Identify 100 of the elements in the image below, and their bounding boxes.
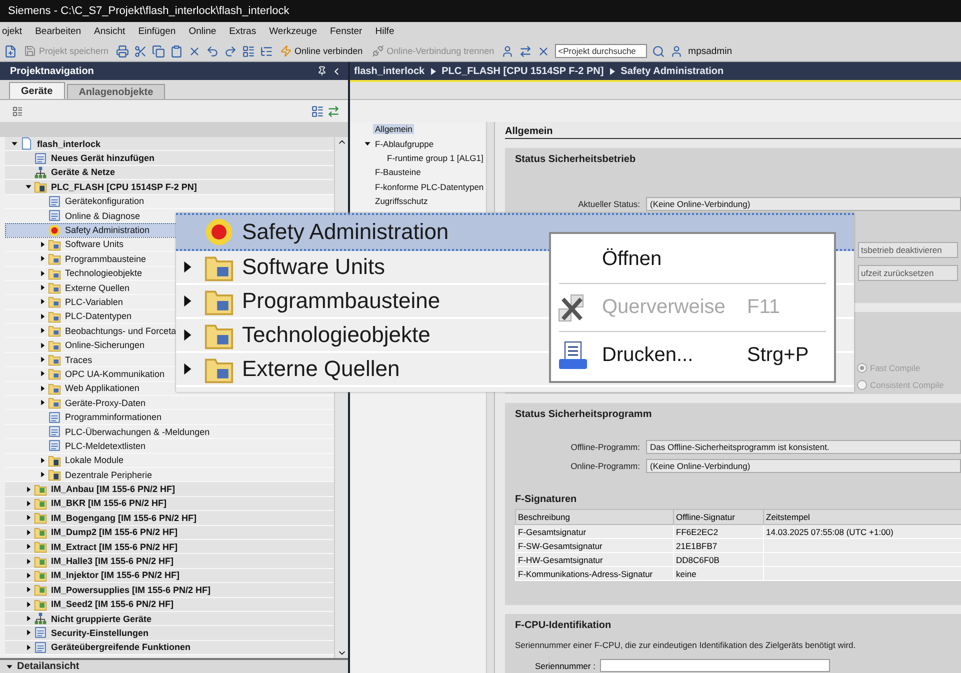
menu-item[interactable]: Fenster <box>330 26 362 37</box>
section-link[interactable]: F-konforme PLC-Datentypen <box>373 182 486 192</box>
expand-arrow-icon[interactable] <box>25 600 32 608</box>
description-text: Seriennummer einer F-CPU, die zur eindeutigen Identifikation des Zielgeräts benötigt wird. <box>515 640 857 650</box>
expand-arrow-icon[interactable] <box>39 312 46 320</box>
undo-icon[interactable] <box>206 44 219 58</box>
expand-arrow-icon[interactable] <box>39 399 46 406</box>
expand-arrow-icon[interactable] <box>25 615 32 622</box>
tree-item[interactable]: Geräte & Netze <box>5 166 334 180</box>
dot-icon <box>48 224 61 237</box>
printer-icon[interactable] <box>116 44 129 58</box>
menu-item[interactable]: Werkzeuge <box>269 26 317 37</box>
tree-item[interactable]: IM_Dump2 [IM 155-6 PN/2 HF] <box>5 526 334 540</box>
tree-item[interactable]: IM_Injektor [IM 155-6 PN/2 HF] <box>5 568 334 584</box>
tree-item[interactable]: PLC_FLASH [CPU 1514SP F-2 PN] <box>5 180 334 195</box>
collapse-arrow-icon[interactable] <box>364 140 371 148</box>
expand-arrow-icon[interactable] <box>25 644 32 651</box>
tree-item[interactable]: IM_Powersupplies [IM 155-6 PN/2 HF] <box>5 583 334 598</box>
close-icon[interactable] <box>537 44 550 58</box>
tree-item[interactable]: flash_interlock <box>5 137 334 152</box>
tree-item[interactable]: IM_Extract [IM 155-6 PN/2 HF] <box>5 540 334 554</box>
section-link[interactable]: Allgemein <box>373 124 414 134</box>
tree-item[interactable]: Geräteübergreifende Funktionen <box>5 640 334 656</box>
section-link[interactable]: F-runtime group 1 [ALG1] <box>385 152 486 163</box>
expand-arrow-icon[interactable] <box>25 500 32 507</box>
cut-icon[interactable] <box>134 44 147 58</box>
expand-arrow-icon[interactable] <box>25 586 32 594</box>
tree-item[interactable]: Neues Gerät hinzufügen <box>5 151 334 166</box>
expand-arrow-icon[interactable] <box>39 240 46 248</box>
menu-item[interactable]: Online <box>188 26 216 37</box>
collapse-arrow-icon[interactable] <box>6 663 13 670</box>
expand-arrow-icon[interactable] <box>39 356 46 364</box>
expand-arrow-icon[interactable] <box>39 327 46 334</box>
tree-item[interactable]: IM_Seed2 [IM 155-6 PN/2 HF] <box>5 598 334 612</box>
menu-item[interactable]: Einfügen <box>138 26 176 37</box>
tree-item[interactable]: IM_Bogengang [IM 155-6 PN/2 HF] <box>5 511 334 526</box>
tab[interactable]: Geräte <box>9 82 65 99</box>
tree-icon[interactable] <box>260 44 273 58</box>
section-link[interactable]: Zugriffsschutz <box>373 196 430 206</box>
list-view-icon[interactable] <box>311 104 324 118</box>
delete-icon[interactable] <box>188 44 201 58</box>
detail-header[interactable]: Detailansicht <box>0 658 348 673</box>
grid-icon[interactable] <box>12 106 23 116</box>
expand-arrow-icon[interactable] <box>25 528 32 536</box>
breadcrumb-item[interactable]: Safety Administration <box>620 66 724 76</box>
breadcrumb-item[interactable]: flash_interlock <box>354 66 425 76</box>
tree-item[interactable]: PLC-Überwachungen & -Meldungen <box>5 424 334 440</box>
paste-icon[interactable] <box>170 44 183 58</box>
search-field[interactable]: <Projekt durchsuche <box>555 44 648 58</box>
tree-item[interactable]: Gerätekonfiguration <box>5 194 334 209</box>
tree-item[interactable]: PLC-Meldetextlisten <box>5 439 334 454</box>
list-icon[interactable] <box>242 44 255 58</box>
tree-item[interactable]: Lokale Module <box>5 454 334 468</box>
expand-arrow-icon[interactable] <box>25 514 32 522</box>
menu-item[interactable]: ojekt <box>2 26 22 37</box>
new-file-icon[interactable] <box>4 44 17 58</box>
tree-item[interactable]: IM_Anbau [IM 155-6 PN/2 HF] <box>5 482 334 497</box>
menu-item[interactable]: Ansicht <box>94 26 126 37</box>
tree-item[interactable]: Nicht gruppierte Geräte <box>5 612 334 626</box>
menu-item[interactable]: Extras <box>229 26 256 37</box>
section-link[interactable]: F-Ablaufgruppe <box>373 138 436 149</box>
expand-arrow-icon[interactable] <box>25 543 32 550</box>
section-link[interactable]: F-Bausteine <box>373 167 423 178</box>
tab[interactable]: Anlagenobjekte <box>66 84 166 99</box>
expand-arrow-icon[interactable] <box>39 298 46 306</box>
tree-item[interactable]: IM_BKR [IM 155-6 PN/2 HF] <box>5 496 334 512</box>
serial-field[interactable] <box>600 659 830 672</box>
menu-item[interactable]: Hilfe <box>375 26 394 37</box>
expand-arrow-icon[interactable] <box>39 255 46 262</box>
redo-icon[interactable] <box>224 44 237 58</box>
tree-item[interactable]: Geräte-Proxy-Daten <box>5 396 334 410</box>
expand-arrow-icon[interactable] <box>39 456 46 464</box>
tree-item[interactable]: Programminformationen <box>5 410 334 425</box>
expand-arrow-icon[interactable] <box>25 572 32 579</box>
expand-arrow-icon[interactable] <box>39 284 46 292</box>
expand-arrow-icon[interactable] <box>39 370 46 378</box>
collapse-arrow-icon[interactable] <box>11 140 18 148</box>
menu-item[interactable]: Bearbeiten <box>35 26 82 37</box>
search-icon[interactable] <box>652 44 666 58</box>
connect-button[interactable]: Online verbinden <box>278 42 365 60</box>
expand-arrow-icon[interactable] <box>39 342 46 349</box>
expand-arrow-icon[interactable] <box>25 486 32 493</box>
expand-arrow-icon[interactable] <box>39 384 46 392</box>
account-icon[interactable] <box>670 44 684 58</box>
collapse-arrow-icon[interactable] <box>25 183 32 190</box>
expand-arrow-icon[interactable] <box>39 270 46 277</box>
action-button[interactable]: tsbetrieb deaktivieren <box>858 242 958 258</box>
expand-arrow-icon[interactable] <box>39 471 46 478</box>
tree-item[interactable]: Dezentrale Peripherie <box>5 468 334 482</box>
tree-item[interactable]: Security-Einstellungen <box>5 626 334 641</box>
expand-arrow-icon[interactable] <box>25 629 32 636</box>
copy-icon[interactable] <box>152 44 165 58</box>
action-button[interactable]: ufzeit zurücksetzen <box>858 265 958 281</box>
breadcrumb-item[interactable]: PLC_FLASH [CPU 1514SP F-2 PN] <box>442 66 604 76</box>
expand-arrow-icon[interactable] <box>25 558 32 565</box>
user-icon[interactable] <box>501 44 514 58</box>
sync-icon[interactable] <box>327 104 340 118</box>
tree-item[interactable]: IM_Halle3 [IM 155-6 PN/2 HF] <box>5 554 334 569</box>
swap-icon[interactable] <box>519 44 532 58</box>
pin-icon[interactable] <box>317 66 327 76</box>
